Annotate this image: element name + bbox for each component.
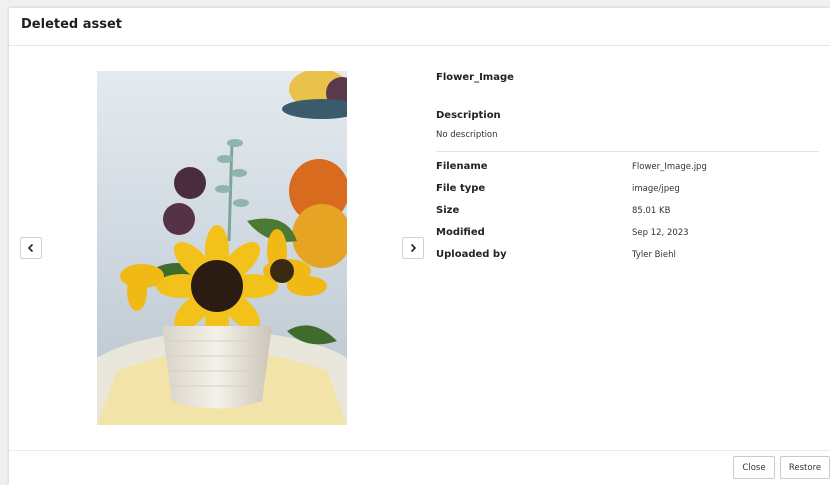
detail-label: File type — [436, 183, 486, 194]
next-asset-button[interactable] — [402, 237, 424, 259]
detail-row-size: Size 85.01 KB — [436, 205, 819, 221]
detail-row-file-type: File type image/jpeg — [436, 183, 819, 199]
detail-label: Modified — [436, 227, 485, 238]
restore-button[interactable]: Restore — [780, 456, 830, 479]
detail-label: Filename — [436, 161, 488, 172]
deleted-asset-dialog: Deleted asset Flower_Image Description N… — [9, 8, 830, 485]
dialog-header: Deleted asset — [9, 8, 830, 46]
chevron-left-icon — [27, 243, 34, 253]
detail-value: image/jpeg — [632, 184, 680, 194]
detail-value: Tyler Biehl — [632, 250, 676, 260]
detail-value: 85.01 KB — [632, 206, 671, 216]
sunflower-photo — [97, 71, 347, 425]
detail-value: Sep 12, 2023 — [632, 228, 689, 238]
asset-preview-image — [97, 71, 347, 425]
chevron-right-icon — [410, 243, 417, 253]
detail-label: Uploaded by — [436, 249, 507, 260]
detail-row-modified: Modified Sep 12, 2023 — [436, 227, 819, 243]
detail-row-uploaded-by: Uploaded by Tyler Biehl — [436, 249, 819, 265]
previous-asset-button[interactable] — [20, 237, 42, 259]
dialog-title: Deleted asset — [21, 17, 123, 32]
detail-row-filename: Filename Flower_Image.jpg — [436, 161, 819, 177]
asset-name: Flower_Image — [436, 72, 514, 83]
detail-label: Size — [436, 205, 460, 216]
description-label: Description — [436, 110, 501, 121]
detail-value: Flower_Image.jpg — [632, 162, 707, 172]
dialog-footer — [9, 450, 830, 451]
details-divider — [436, 151, 819, 152]
description-value: No description — [436, 130, 498, 140]
close-button[interactable]: Close — [733, 456, 775, 479]
